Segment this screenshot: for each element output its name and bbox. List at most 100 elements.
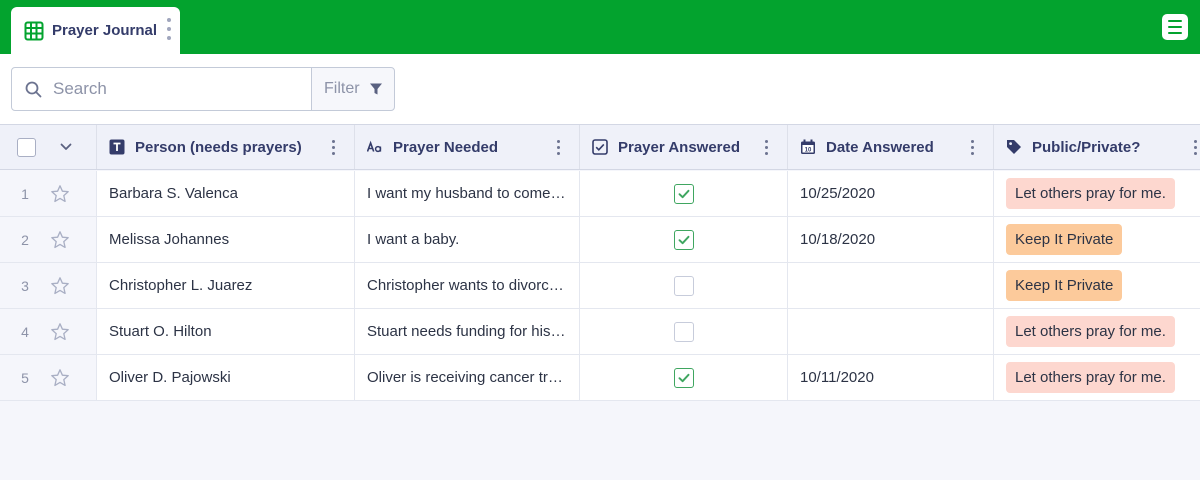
cell-public-private[interactable]: Let others pray for me. xyxy=(994,309,1200,354)
row-number: 3 xyxy=(21,277,29,294)
cell-prayer-needed[interactable]: Stuart needs funding for his business. xyxy=(355,309,580,354)
cell-person[interactable]: Barbara S. Valenca xyxy=(97,171,355,216)
header-select-cell xyxy=(0,125,97,169)
star-icon[interactable] xyxy=(50,322,70,342)
cell-prayer-needed[interactable]: Christopher wants to divorce his wife. xyxy=(355,263,580,308)
tab-prayer-journal[interactable]: Prayer Journal xyxy=(11,7,180,54)
star-icon[interactable] xyxy=(50,276,70,296)
row-select-cell[interactable]: 4 xyxy=(0,309,97,354)
table-grid-icon xyxy=(24,21,44,41)
column-options-icon[interactable] xyxy=(1194,140,1198,155)
hamburger-menu-icon[interactable] xyxy=(1162,14,1188,40)
cell-public-private[interactable]: Let others pray for me. xyxy=(994,355,1200,400)
row-number: 2 xyxy=(21,231,29,248)
column-label: Prayer Needed xyxy=(393,138,499,156)
privacy-tag[interactable]: Let others pray for me. xyxy=(1006,316,1175,347)
checkmark-icon xyxy=(677,187,691,201)
cell-date-answered[interactable]: 10/25/2020 xyxy=(788,171,994,216)
filter-label: Filter xyxy=(324,80,360,97)
prayer-text: Oliver is receiving cancer treatment. xyxy=(367,369,569,386)
column-options-icon[interactable] xyxy=(557,140,561,155)
search-box xyxy=(11,67,312,111)
cell-person[interactable]: Melissa Johannes xyxy=(97,217,355,262)
answered-checkbox[interactable] xyxy=(673,321,694,342)
person-name: Melissa Johannes xyxy=(109,231,230,248)
column-options-icon[interactable] xyxy=(332,140,336,155)
column-header-date-answered[interactable]: 10 Date Answered xyxy=(788,125,994,169)
select-all-checkbox[interactable] xyxy=(17,137,36,157)
table-header: Person (needs prayers) Prayer Needed Pra… xyxy=(0,125,1200,170)
row-select-cell[interactable]: 3 xyxy=(0,263,97,308)
privacy-tag[interactable]: Keep It Private xyxy=(1006,224,1123,255)
column-label: Public/Private? xyxy=(1032,138,1141,156)
privacy-tag[interactable]: Keep It Private xyxy=(1006,270,1123,301)
cell-prayer-answered[interactable] xyxy=(580,309,788,354)
table-row[interactable]: 2 Melissa Johannes I want a baby. 10/18/202… xyxy=(0,217,1200,263)
aa-text-icon xyxy=(367,139,383,155)
answered-checkbox-checked[interactable] xyxy=(673,229,694,250)
row-number: 5 xyxy=(21,369,29,386)
answered-checkbox[interactable] xyxy=(673,275,694,296)
cell-public-private[interactable]: Keep It Private xyxy=(994,263,1200,308)
date-text: 10/11/2020 xyxy=(800,369,874,386)
search-input[interactable] xyxy=(53,79,283,99)
cell-prayer-answered[interactable] xyxy=(580,217,788,262)
column-header-prayer-answered[interactable]: Prayer Answered xyxy=(580,125,788,169)
cell-person[interactable]: Oliver D. Pajowski xyxy=(97,355,355,400)
privacy-tag[interactable]: Let others pray for me. xyxy=(1006,362,1175,393)
table-row[interactable]: 3 Christopher L. Juarez Christopher wants … xyxy=(0,263,1200,309)
date-text: 10/25/2020 xyxy=(800,185,876,202)
search-icon xyxy=(25,81,42,98)
column-header-prayer-needed[interactable]: Prayer Needed xyxy=(355,125,580,169)
star-icon[interactable] xyxy=(50,368,70,388)
answered-checkbox-checked[interactable] xyxy=(673,367,694,388)
cell-person[interactable]: Christopher L. Juarez xyxy=(97,263,355,308)
cell-date-answered[interactable] xyxy=(788,263,994,308)
star-icon[interactable] xyxy=(50,184,70,204)
cell-prayer-needed[interactable]: I want my husband to come back home. xyxy=(355,171,580,216)
table-body: 1 Barbara S. Valenca I want my husband to … xyxy=(0,171,1200,401)
cell-date-answered[interactable]: 10/11/2020 xyxy=(788,355,994,400)
row-select-cell[interactable]: 1 xyxy=(0,171,97,216)
table-row[interactable]: 4 Stuart O. Hilton Stuart needs funding fo… xyxy=(0,309,1200,355)
row-select-cell[interactable]: 5 xyxy=(0,355,97,400)
column-header-person[interactable]: Person (needs prayers) xyxy=(97,125,355,169)
checkmark-icon xyxy=(677,233,691,247)
row-number: 4 xyxy=(21,323,29,340)
tag-icon xyxy=(1006,139,1022,155)
column-label: Prayer Answered xyxy=(618,138,741,156)
cell-prayer-needed[interactable]: Oliver is receiving cancer treatment. xyxy=(355,355,580,400)
cell-public-private[interactable]: Keep It Private xyxy=(994,217,1200,262)
column-header-public-private[interactable]: Public/Private? xyxy=(994,125,1200,169)
calendar-icon: 10 xyxy=(800,139,816,155)
tab-options-icon[interactable] xyxy=(166,18,172,40)
person-name: Barbara S. Valenca xyxy=(109,185,238,202)
row-number: 1 xyxy=(21,185,29,202)
cell-public-private[interactable]: Let others pray for me. xyxy=(994,171,1200,216)
answered-checkbox-checked[interactable] xyxy=(673,183,694,204)
table-row[interactable]: 5 Oliver D. Pajowski Oliver is receiving c… xyxy=(0,355,1200,401)
cell-prayer-answered[interactable] xyxy=(580,263,788,308)
column-label: Person (needs prayers) xyxy=(135,138,302,156)
cell-prayer-answered[interactable] xyxy=(580,355,788,400)
row-select-cell[interactable]: 2 xyxy=(0,217,97,262)
data-table: Person (needs prayers) Prayer Needed Pra… xyxy=(0,124,1200,480)
filter-button[interactable]: Filter xyxy=(311,67,395,111)
star-icon[interactable] xyxy=(50,230,70,250)
table-row[interactable]: 1 Barbara S. Valenca I want my husband to … xyxy=(0,171,1200,217)
column-options-icon[interactable] xyxy=(765,140,769,155)
person-name: Oliver D. Pajowski xyxy=(109,369,231,386)
cell-prayer-needed[interactable]: I want a baby. xyxy=(355,217,580,262)
chevron-down-icon[interactable] xyxy=(60,143,72,151)
filter-funnel-icon xyxy=(369,82,383,96)
privacy-tag[interactable]: Let others pray for me. xyxy=(1006,178,1175,209)
checkmark-icon xyxy=(677,371,691,385)
cell-prayer-answered[interactable] xyxy=(580,171,788,216)
cell-date-answered[interactable]: 10/18/2020 xyxy=(788,217,994,262)
prayer-text: I want a baby. xyxy=(367,231,460,248)
person-name: Stuart O. Hilton xyxy=(109,323,212,340)
top-bar: Prayer Journal xyxy=(0,0,1200,54)
cell-date-answered[interactable] xyxy=(788,309,994,354)
column-options-icon[interactable] xyxy=(971,140,975,155)
cell-person[interactable]: Stuart O. Hilton xyxy=(97,309,355,354)
